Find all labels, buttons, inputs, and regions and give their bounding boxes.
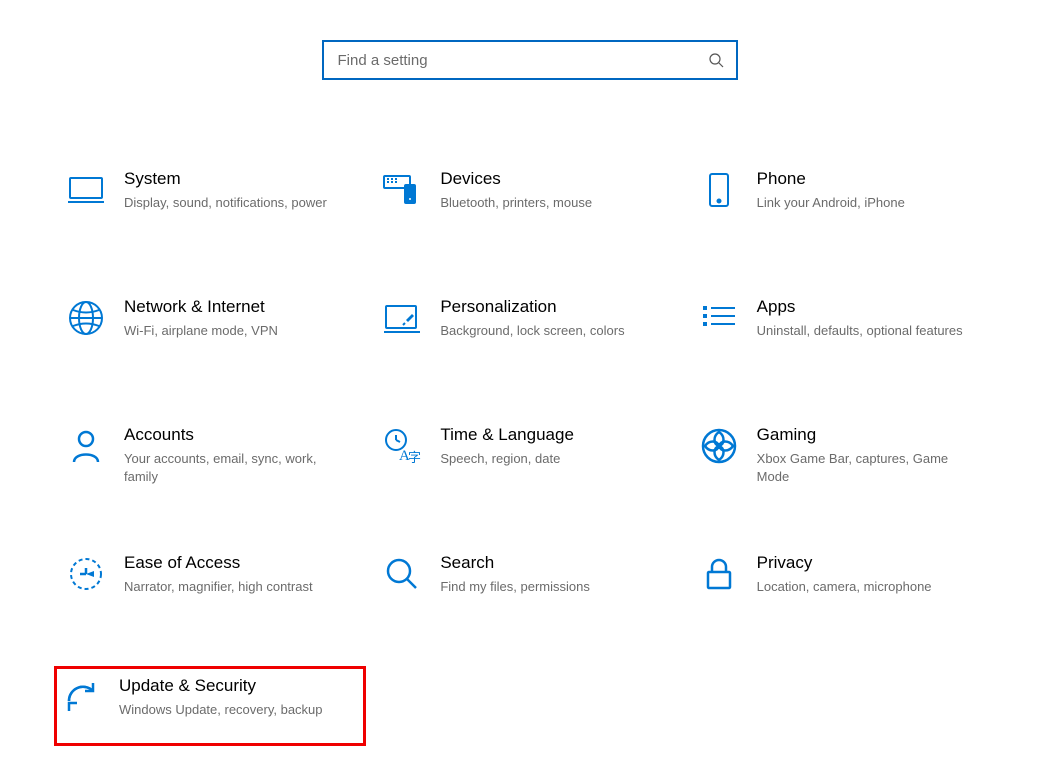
tile-phone[interactable]: Phone Link your Android, iPhone — [693, 160, 999, 240]
tile-title: Phone — [757, 168, 905, 190]
tile-desc: Narrator, magnifier, high contrast — [124, 578, 313, 596]
apps-icon — [699, 298, 739, 338]
phone-icon — [699, 170, 739, 210]
tile-accounts[interactable]: Accounts Your accounts, email, sync, wor… — [60, 416, 366, 496]
settings-grid: System Display, sound, notifications, po… — [60, 160, 999, 746]
time-language-icon: A 字 — [382, 426, 422, 466]
search-container — [322, 40, 738, 80]
tile-text: Devices Bluetooth, printers, mouse — [440, 168, 592, 212]
tile-text: Phone Link your Android, iPhone — [757, 168, 905, 212]
tile-text: Time & Language Speech, region, date — [440, 424, 574, 468]
tile-ease-of-access[interactable]: Ease of Access Narrator, magnifier, high… — [60, 544, 366, 624]
tile-text: Privacy Location, camera, microphone — [757, 552, 932, 596]
tile-title: Update & Security — [119, 675, 323, 697]
ease-of-access-icon — [66, 554, 106, 594]
gaming-icon — [699, 426, 739, 466]
tile-text: Network & Internet Wi-Fi, airplane mode,… — [124, 296, 278, 340]
tile-desc: Display, sound, notifications, power — [124, 194, 327, 212]
tile-desc: Windows Update, recovery, backup — [119, 701, 323, 719]
tile-personalization[interactable]: Personalization Background, lock screen,… — [376, 288, 682, 368]
search-box[interactable] — [322, 40, 738, 80]
tile-title: Time & Language — [440, 424, 574, 446]
tile-apps[interactable]: Apps Uninstall, defaults, optional featu… — [693, 288, 999, 368]
tile-desc: Speech, region, date — [440, 450, 574, 468]
tile-devices[interactable]: Devices Bluetooth, printers, mouse — [376, 160, 682, 240]
tile-title: Accounts — [124, 424, 334, 446]
tile-text: Personalization Background, lock screen,… — [440, 296, 624, 340]
tile-text: Gaming Xbox Game Bar, captures, Game Mod… — [757, 424, 967, 485]
lock-icon — [699, 554, 739, 594]
tile-title: Ease of Access — [124, 552, 313, 574]
update-icon — [61, 677, 101, 717]
tile-title: System — [124, 168, 327, 190]
tile-desc: Your accounts, email, sync, work, family — [124, 450, 334, 485]
settings-home: System Display, sound, notifications, po… — [0, 0, 1059, 763]
tile-text: System Display, sound, notifications, po… — [124, 168, 327, 212]
tile-title: Privacy — [757, 552, 932, 574]
tile-search[interactable]: Search Find my files, permissions — [376, 544, 682, 624]
tile-desc: Bluetooth, printers, mouse — [440, 194, 592, 212]
accounts-icon — [66, 426, 106, 466]
tile-desc: Uninstall, defaults, optional features — [757, 322, 963, 340]
magnifier-icon — [382, 554, 422, 594]
tile-network[interactable]: Network & Internet Wi-Fi, airplane mode,… — [60, 288, 366, 368]
search-input[interactable] — [336, 42, 708, 78]
tile-gaming[interactable]: Gaming Xbox Game Bar, captures, Game Mod… — [693, 416, 999, 496]
tile-desc: Link your Android, iPhone — [757, 194, 905, 212]
tile-time-language[interactable]: A 字 Time & Language Speech, region, date — [376, 416, 682, 496]
personalization-icon — [382, 298, 422, 338]
tile-text: Search Find my files, permissions — [440, 552, 590, 596]
tile-privacy[interactable]: Privacy Location, camera, microphone — [693, 544, 999, 624]
tile-title: Gaming — [757, 424, 967, 446]
tile-text: Apps Uninstall, defaults, optional featu… — [757, 296, 963, 340]
tile-desc: Xbox Game Bar, captures, Game Mode — [757, 450, 967, 485]
system-icon — [66, 170, 106, 210]
tile-title: Search — [440, 552, 590, 574]
tile-desc: Location, camera, microphone — [757, 578, 932, 596]
tile-text: Update & Security Windows Update, recove… — [119, 675, 323, 719]
tile-text: Accounts Your accounts, email, sync, wor… — [124, 424, 334, 485]
search-icon — [708, 52, 724, 68]
tile-title: Devices — [440, 168, 592, 190]
devices-icon — [382, 170, 422, 210]
tile-title: Personalization — [440, 296, 624, 318]
tile-desc: Wi-Fi, airplane mode, VPN — [124, 322, 278, 340]
tile-title: Apps — [757, 296, 963, 318]
globe-icon — [66, 298, 106, 338]
svg-text:字: 字 — [408, 450, 421, 465]
tile-desc: Find my files, permissions — [440, 578, 590, 596]
tile-update-security[interactable]: Update & Security Windows Update, recove… — [54, 666, 366, 746]
tile-system[interactable]: System Display, sound, notifications, po… — [60, 160, 366, 240]
tile-title: Network & Internet — [124, 296, 278, 318]
tile-desc: Background, lock screen, colors — [440, 322, 624, 340]
tile-text: Ease of Access Narrator, magnifier, high… — [124, 552, 313, 596]
